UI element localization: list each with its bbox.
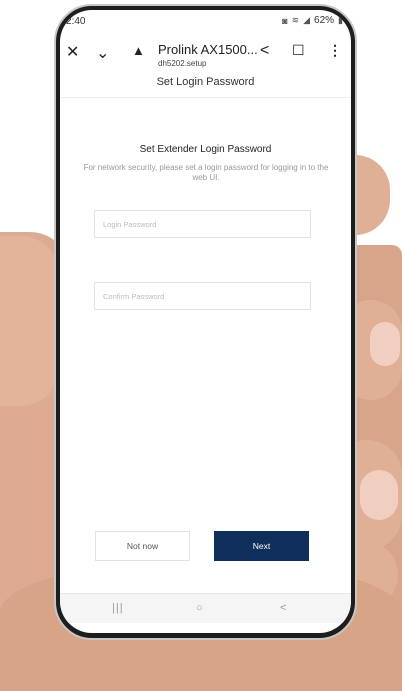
close-icon[interactable]: ✕: [66, 42, 79, 62]
phone-screen: 2:40 ◙ ≋ ◢ 62% ▮ ✕ ⌄ ▲ Prolink AX1500...…: [60, 10, 351, 633]
login-password-field[interactable]: [94, 210, 311, 238]
confirm-password-field[interactable]: [94, 282, 311, 310]
signal-icon: ◢: [303, 15, 311, 25]
recents-icon[interactable]: |||: [112, 602, 124, 614]
page-title: Set Extender Login Password: [139, 144, 272, 155]
chevron-down-icon[interactable]: ⌄: [96, 43, 109, 63]
hand-fingernail: [360, 470, 398, 520]
browser-toolbar: ✕ ⌄ ▲ Prolink AX1500... dh5202.setup < ☐…: [60, 34, 351, 74]
back-icon[interactable]: <: [280, 602, 286, 614]
status-time: 2:40: [66, 16, 86, 27]
share-icon[interactable]: <: [260, 42, 269, 60]
wifi-icon: ≋: [291, 15, 300, 25]
status-bar: 2:40 ◙ ≋ ◢ 62% ▮: [60, 10, 351, 32]
android-nav-bar: ||| ○ <: [60, 593, 351, 623]
battery-level: 62%: [314, 15, 335, 26]
battery-icon: ▮: [338, 15, 343, 25]
home-icon[interactable]: ○: [196, 602, 203, 614]
browser-page-title[interactable]: Prolink AX1500...: [158, 42, 258, 57]
browser-url[interactable]: dh5202.setup: [158, 59, 207, 68]
warning-icon[interactable]: ▲: [132, 43, 145, 58]
page-header: Set Login Password: [60, 74, 351, 98]
status-icons: ◙ ≋ ◢ 62% ▮: [282, 15, 343, 26]
mute-icon: ◙: [282, 15, 288, 26]
more-menu-icon[interactable]: ⋮: [328, 42, 342, 59]
bookmark-icon[interactable]: ☐: [292, 42, 305, 59]
next-button[interactable]: Next: [214, 531, 309, 561]
not-now-button[interactable]: Not now: [95, 531, 190, 561]
hand-thumb: [0, 236, 60, 406]
page-description: For network security, please set a login…: [83, 163, 329, 182]
hand-fingernail: [370, 322, 400, 366]
